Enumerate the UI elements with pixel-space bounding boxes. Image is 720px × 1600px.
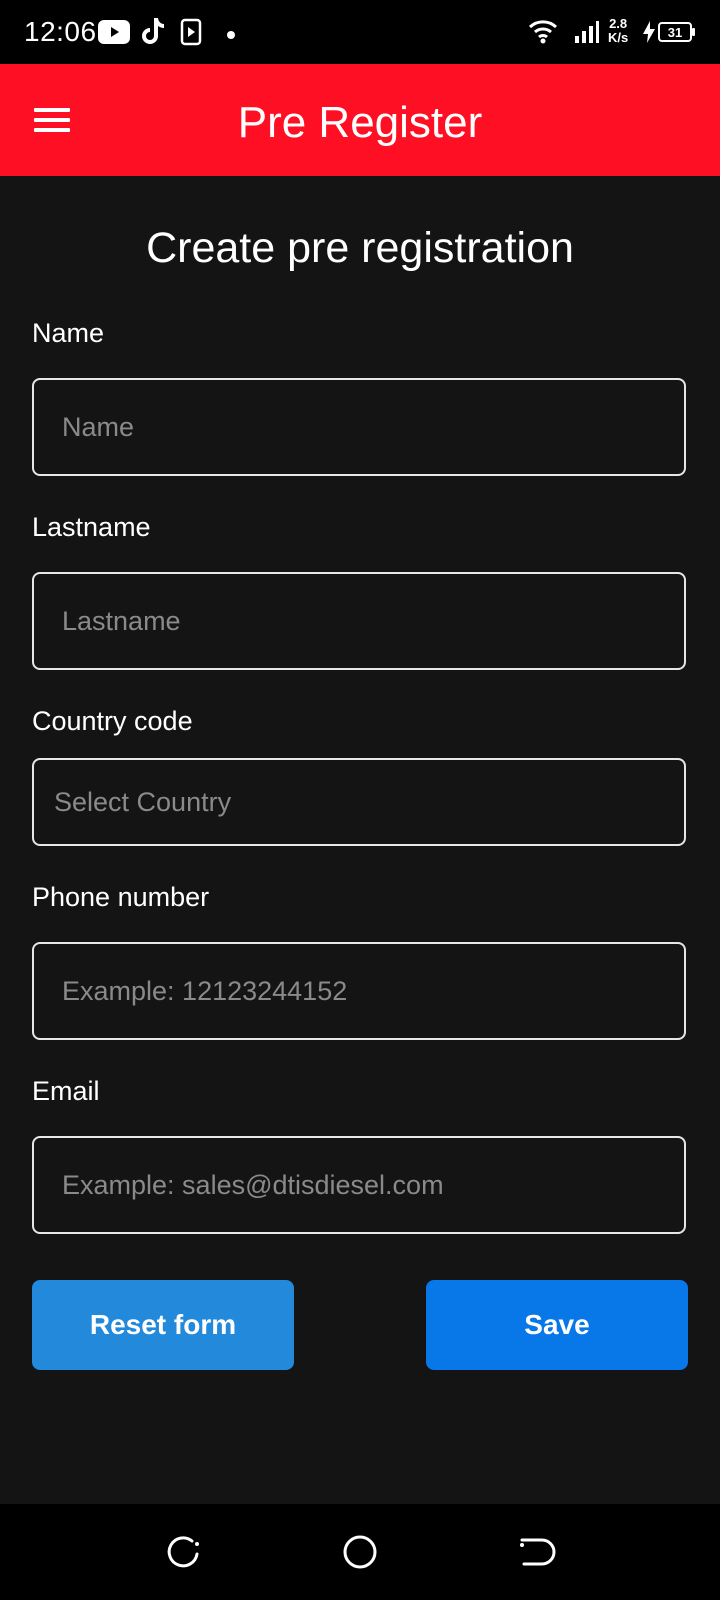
back-icon[interactable]	[516, 1532, 556, 1572]
lastname-input[interactable]	[62, 574, 664, 668]
save-button[interactable]: Save	[426, 1280, 688, 1370]
media-play-icon	[180, 18, 202, 51]
email-input[interactable]	[62, 1138, 664, 1232]
battery-level: 31	[668, 25, 682, 40]
navigation-bar	[0, 1504, 720, 1600]
home-icon[interactable]	[340, 1532, 380, 1572]
page-title: Pre Register	[237, 98, 483, 147]
status-time: 12:06	[24, 16, 97, 47]
lastname-label: Lastname	[32, 512, 151, 542]
lastname-field[interactable]	[32, 572, 686, 670]
name-label: Name	[32, 318, 105, 348]
youtube-icon	[98, 20, 130, 49]
speed-unit: K/s	[608, 30, 629, 45]
email-label: Email	[32, 1076, 100, 1106]
charging-icon	[642, 20, 656, 49]
name-input[interactable]	[62, 380, 664, 474]
phone-label: Phone number	[32, 882, 210, 912]
reset-form-button[interactable]: Reset form	[32, 1280, 294, 1370]
recent-apps-icon[interactable]	[164, 1532, 204, 1572]
battery-icon: 31	[658, 21, 696, 48]
app-bar: Pre Register	[0, 64, 720, 176]
form-title: Create pre registration	[146, 224, 574, 272]
phone-input[interactable]	[62, 944, 664, 1038]
phone-field[interactable]	[32, 942, 686, 1040]
network-speed: 2.8 K/s	[608, 17, 628, 45]
country-code-select[interactable]: Select Country	[32, 758, 686, 846]
country-code-placeholder: Select Country	[54, 787, 232, 817]
signal-icon	[574, 20, 600, 49]
status-bar: 12:06 2.8 K/s 31	[0, 0, 720, 64]
speed-value: 2.8	[609, 16, 628, 31]
wifi-icon	[528, 18, 558, 49]
email-field[interactable]	[32, 1136, 686, 1234]
tiktok-icon	[140, 16, 166, 51]
name-field[interactable]	[32, 378, 686, 476]
dot-icon	[226, 27, 236, 45]
country-code-label: Country code	[32, 706, 193, 736]
